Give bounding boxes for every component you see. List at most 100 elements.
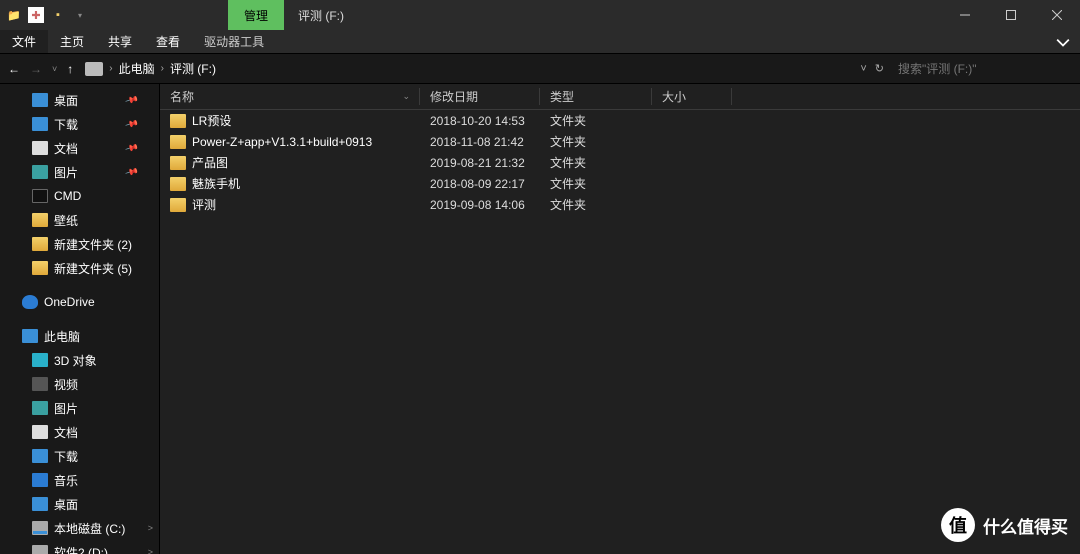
chevron-right-icon[interactable]: > — [148, 523, 153, 533]
pin-icon: 📌 — [124, 92, 139, 107]
file-type: 文件夹 — [540, 133, 652, 150]
file-name: 产品图 — [192, 154, 228, 171]
navigation-bar: ← → ˅ ↑ › 此电脑 › 评测 (F:) ˅ ↻ — [0, 54, 1080, 84]
file-name: LR预设 — [192, 112, 231, 129]
chevron-right-icon[interactable]: › — [109, 63, 112, 74]
sidebar-item-label: 3D 对象 — [54, 352, 97, 369]
pin-icon: 📌 — [124, 140, 139, 155]
window-controls — [942, 0, 1080, 30]
pc-icon — [22, 329, 38, 343]
sidebar-item[interactable]: 桌面 — [0, 492, 159, 516]
recent-locations-icon[interactable]: ˅ — [52, 64, 57, 74]
address-dropdown-icon[interactable]: ˅ — [860, 63, 866, 75]
qat-item[interactable]: ▪ — [50, 7, 66, 23]
sidebar-item[interactable]: 图片📌 — [0, 160, 159, 184]
back-button[interactable]: ← — [8, 62, 20, 76]
sidebar-item-label: 桌面 — [54, 496, 78, 513]
file-type: 文件夹 — [540, 196, 652, 213]
file-rows: LR预设2018-10-20 14:53文件夹Power-Z+app+V1.3.… — [160, 110, 1080, 554]
sidebar-item-label: 本地磁盘 (C:) — [54, 520, 125, 537]
sidebar-item[interactable]: 文档 — [0, 420, 159, 444]
sidebar-item[interactable]: 3D 对象 — [0, 348, 159, 372]
ribbon-tabs: 文件 主页 共享 查看 驱动器工具 — [0, 30, 1080, 54]
search-input[interactable] — [898, 62, 1066, 76]
column-header-name[interactable]: 名称⌄ — [160, 84, 420, 109]
search-box[interactable] — [892, 58, 1072, 80]
column-header-size[interactable]: 大小 — [652, 84, 732, 109]
address-bar[interactable]: › 此电脑 › 评测 (F:) — [81, 60, 852, 77]
sidebar-item[interactable]: 桌面📌 — [0, 88, 159, 112]
sidebar-item[interactable]: OneDrive — [0, 290, 159, 314]
ribbon-tab-home[interactable]: 主页 — [48, 30, 96, 53]
window-title: 评测 (F:) — [284, 0, 358, 30]
file-name: 魅族手机 — [192, 175, 240, 192]
folder-icon — [170, 156, 186, 170]
sidebar-item[interactable]: 本地磁盘 (C:) > — [0, 516, 159, 540]
file-row[interactable]: Power-Z+app+V1.3.1+build+09132018-11-08 … — [160, 131, 1080, 152]
sidebar-item[interactable]: CMD — [0, 184, 159, 208]
sidebar-item-label: 软件2 (D:) — [54, 544, 108, 554]
drive-icon — [85, 62, 103, 76]
sidebar-item[interactable]: 音乐 — [0, 468, 159, 492]
ribbon-expand-icon[interactable] — [1046, 30, 1080, 53]
pin-icon: 📌 — [124, 116, 139, 131]
qat-item[interactable]: ✚ — [28, 7, 44, 23]
titlebar: 📁 ✚ ▪ ▾ 管理 评测 (F:) — [0, 0, 1080, 30]
sidebar-item[interactable]: 此电脑 — [0, 324, 159, 348]
sidebar-item-label: 下载 — [54, 448, 78, 465]
desktop-icon — [32, 93, 48, 107]
sidebar-item-label: 下载 — [54, 116, 78, 133]
chevron-right-icon[interactable]: › — [161, 63, 164, 74]
sidebar-item[interactable]: 新建文件夹 (5) — [0, 256, 159, 280]
sidebar-item-label: 文档 — [54, 140, 78, 157]
sidebar-item[interactable]: 文档 📌 — [0, 136, 159, 160]
maximize-button[interactable] — [988, 0, 1034, 30]
folder-icon — [170, 177, 186, 191]
folder-icon — [170, 135, 186, 149]
column-header-date[interactable]: 修改日期 — [420, 84, 540, 109]
sidebar-item[interactable]: 视频 — [0, 372, 159, 396]
file-row[interactable]: 魅族手机2018-08-09 22:17文件夹 — [160, 173, 1080, 194]
file-row[interactable]: LR预设 2018-10-20 14:53文件夹 — [160, 110, 1080, 131]
ribbon-tab-view[interactable]: 查看 — [144, 30, 192, 53]
app-icon: 📁 — [6, 7, 22, 23]
sidebar-item[interactable]: 壁纸 — [0, 208, 159, 232]
nav-sidebar[interactable]: 桌面📌下载📌文档📌图片📌CMD壁纸新建文件夹 (2)新建文件夹 (5)OneDr… — [0, 84, 160, 554]
sidebar-item[interactable]: 图片 — [0, 396, 159, 420]
sidebar-item-label: 壁纸 — [54, 212, 78, 229]
ribbon-tab-file[interactable]: 文件 — [0, 30, 48, 53]
up-button[interactable]: ↑ — [67, 62, 73, 76]
qat-overflow[interactable]: ▾ — [72, 7, 88, 23]
folder-icon — [32, 213, 48, 227]
sidebar-item-label: OneDrive — [44, 295, 95, 309]
doc-icon — [32, 425, 48, 439]
sidebar-item[interactable]: 新建文件夹 (2) — [0, 232, 159, 256]
breadcrumb[interactable]: 评测 (F:) — [170, 60, 216, 77]
close-button[interactable] — [1034, 0, 1080, 30]
cube-icon — [32, 353, 48, 367]
file-date: 2019-09-08 14:06 — [420, 198, 540, 212]
breadcrumb[interactable]: 此电脑 — [119, 60, 155, 77]
music-icon — [32, 473, 48, 487]
sidebar-item-label: CMD — [54, 189, 81, 203]
chevron-right-icon[interactable]: > — [148, 547, 153, 554]
file-type: 文件夹 — [540, 112, 652, 129]
download-icon — [32, 449, 48, 463]
minimize-button[interactable] — [942, 0, 988, 30]
ribbon-tab-drive-tools[interactable]: 驱动器工具 — [192, 30, 276, 53]
pic-icon — [32, 401, 48, 415]
sidebar-item[interactable]: 下载 — [0, 444, 159, 468]
pin-icon: 📌 — [124, 164, 139, 179]
file-row[interactable]: 评测2019-09-08 14:06文件夹 — [160, 194, 1080, 215]
file-row[interactable]: 产品图2019-08-21 21:32文件夹 — [160, 152, 1080, 173]
column-header-type[interactable]: 类型 — [540, 84, 652, 109]
file-date: 2018-10-20 14:53 — [420, 114, 540, 128]
sidebar-item[interactable]: 软件2 (D:) > — [0, 540, 159, 554]
sidebar-item-label: 新建文件夹 (2) — [54, 236, 132, 253]
sidebar-item[interactable]: 下载 📌 — [0, 112, 159, 136]
forward-button[interactable]: → — [30, 62, 42, 76]
folder-icon — [170, 114, 186, 128]
refresh-button[interactable]: ↻ — [875, 62, 884, 75]
download-icon — [32, 117, 48, 131]
ribbon-tab-share[interactable]: 共享 — [96, 30, 144, 53]
